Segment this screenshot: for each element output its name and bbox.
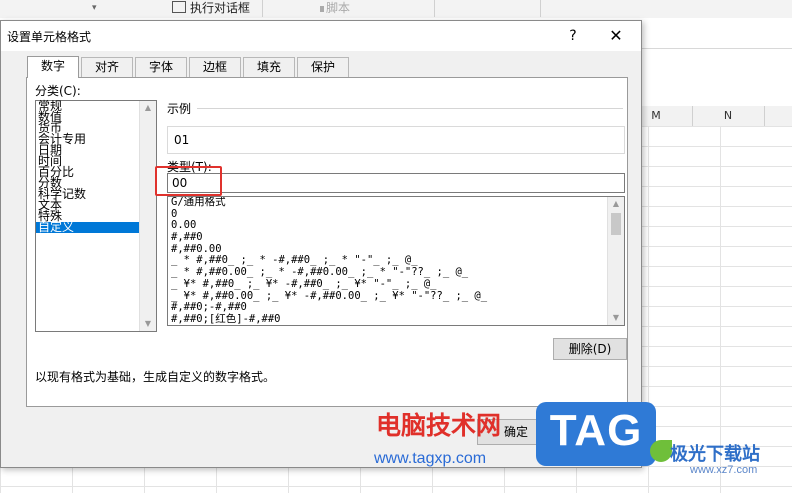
- format-item[interactable]: #,##0: [168, 231, 624, 244]
- description-text: 以现有格式为基础，生成自定义的数字格式。: [35, 370, 276, 384]
- scroll-down-icon[interactable]: ▼: [140, 317, 156, 331]
- number-tab-panel: 分类(C): 常规 数值 货币 会计专用 日期 时间 百分比 分数 科学记数 文…: [26, 77, 628, 407]
- tab-font[interactable]: 字体: [135, 57, 187, 77]
- watermark-site-url: www.tagxp.com: [374, 450, 487, 467]
- close-button[interactable]: ✕: [603, 25, 629, 47]
- dropdown-arrow-icon[interactable]: ▾: [92, 0, 97, 17]
- scroll-thumb[interactable]: [611, 213, 621, 235]
- delete-button[interactable]: 删除(D): [553, 338, 627, 360]
- highlight-box: [155, 166, 222, 196]
- ribbon-bar: ▾ 执行对话框 脚本: [0, 0, 792, 19]
- ribbon-divider: [262, 0, 263, 17]
- format-item[interactable]: 0: [168, 208, 624, 221]
- column-divider: [764, 106, 765, 126]
- watermark-brand: 极光下载站: [670, 444, 760, 465]
- category-list[interactable]: 常规 数值 货币 会计专用 日期 时间 百分比 分数 科学记数 文本 特殊 自定…: [35, 100, 157, 332]
- tab-fill[interactable]: 填充: [243, 57, 295, 77]
- watermark-brand-url: www.xz7.com: [690, 464, 758, 476]
- script-icon: [320, 6, 324, 12]
- format-list[interactable]: G/通用格式 0 0.00 #,##0 #,##0.00 _ * #,##0_ …: [167, 196, 625, 326]
- dialog-icon: [172, 1, 186, 13]
- format-item[interactable]: G/通用格式: [168, 197, 624, 209]
- execute-dialog-button[interactable]: 执行对话框: [172, 0, 250, 17]
- type-input-box[interactable]: [167, 173, 625, 193]
- category-item-custom[interactable]: 自定义: [36, 221, 156, 233]
- tab-border[interactable]: 边框: [189, 57, 241, 77]
- ribbon-divider: [434, 0, 435, 17]
- sample-group-line: [197, 108, 623, 109]
- type-input[interactable]: [168, 174, 616, 192]
- ribbon-script-button[interactable]: 脚本: [320, 0, 350, 17]
- watermark-site-name: 电脑技术网: [376, 411, 502, 440]
- format-item[interactable]: #,##0;[红色]-#,##0: [168, 313, 624, 325]
- tag-logo: TAG: [536, 402, 656, 466]
- sample-label: 示例: [167, 102, 192, 116]
- help-button[interactable]: ?: [561, 25, 585, 47]
- tab-number[interactable]: 数字: [27, 56, 79, 78]
- format-item[interactable]: _ ¥* #,##0_ ;_ ¥* -#,##0_ ;_ ¥* "-"_ ;_ …: [168, 278, 624, 291]
- format-item[interactable]: 0.00: [168, 220, 624, 232]
- category-label: 分类(C):: [35, 84, 81, 98]
- scroll-up-icon[interactable]: ▲: [140, 101, 156, 115]
- sample-box: 01: [167, 126, 625, 154]
- format-scrollbar[interactable]: ▲ ▼: [607, 197, 624, 325]
- sample-value: 01: [174, 133, 190, 147]
- leaf-icon: [650, 440, 672, 462]
- tab-alignment[interactable]: 对齐: [81, 57, 133, 77]
- category-scrollbar[interactable]: ▲ ▼: [139, 101, 156, 331]
- dialog-titlebar[interactable]: 设置单元格格式 ? ✕: [1, 21, 641, 51]
- format-cells-dialog: 设置单元格格式 ? ✕ 数字 对齐 字体 边框 填充 保护 分类(C): 常规 …: [0, 20, 642, 468]
- column-header-n[interactable]: N: [692, 106, 764, 126]
- tag-logo-text: TAG: [549, 406, 643, 455]
- scroll-up-icon[interactable]: ▲: [608, 197, 624, 211]
- ribbon-divider: [540, 0, 541, 17]
- tab-protection[interactable]: 保护: [297, 57, 349, 77]
- dialog-title: 设置单元格格式: [7, 30, 92, 44]
- scroll-down-icon[interactable]: ▼: [608, 311, 624, 325]
